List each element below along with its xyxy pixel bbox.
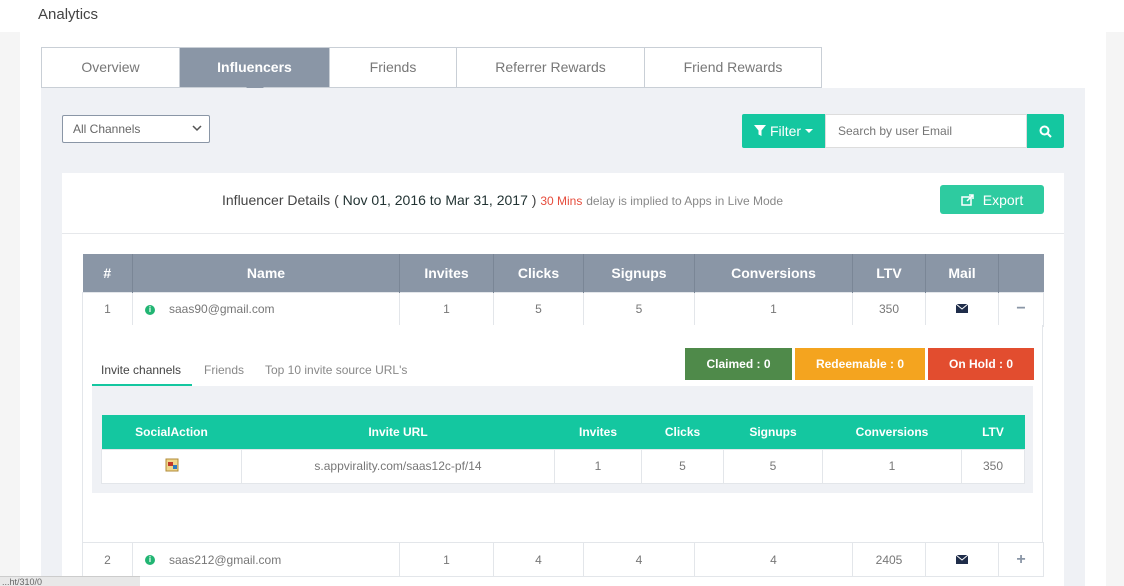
page-title: Analytics	[38, 6, 99, 23]
social-action-icon	[165, 458, 178, 471]
table-row: 1 i saas90@gmail.com 1 5 5 1 350 −	[82, 291, 1044, 327]
row-number: 1	[82, 291, 133, 327]
inner-invites: 1	[554, 448, 642, 484]
tab-influencers[interactable]: Influencers	[180, 48, 330, 95]
inner-clicks: 5	[641, 448, 724, 484]
browser-status-bar: ...ht/310/0	[0, 576, 140, 586]
row-toggle[interactable]: +	[998, 542, 1044, 577]
col-header-signups: Signups	[723, 415, 823, 449]
on-hold-badge: On Hold : 0	[928, 348, 1034, 380]
col-header-mail: Mail	[925, 254, 999, 292]
search-input[interactable]	[825, 114, 1027, 148]
funnel-icon	[753, 125, 766, 136]
info-icon[interactable]: i	[145, 304, 155, 315]
row-clicks: 5	[493, 291, 584, 327]
filter-label: Filter	[769, 123, 802, 139]
influencer-table: # Name Invites Clicks Signups Conversion…	[82, 254, 1044, 327]
channel-select[interactable]: All Channels	[62, 115, 210, 143]
col-header-number: #	[82, 254, 133, 292]
col-header-invites: Invites	[399, 254, 494, 292]
inner-ltv: 350	[961, 448, 1025, 484]
info-icon[interactable]: i	[145, 555, 155, 566]
row-clicks: 4	[493, 542, 584, 577]
row-invites: 1	[399, 542, 494, 577]
row-name-cell: i saas212@gmail.com	[132, 542, 400, 577]
col-header-ltv: LTV	[961, 415, 1025, 449]
subtab-friends[interactable]: Friends	[204, 363, 244, 377]
envelope-icon[interactable]	[955, 303, 969, 313]
caret-down-icon	[805, 129, 814, 133]
export-label: Export	[982, 191, 1024, 208]
tab-friends[interactable]: Friends	[330, 48, 457, 87]
table-row: 2 i saas212@gmail.com 1 4 4 4 2405 +	[82, 542, 1044, 577]
inner-signups: 5	[723, 448, 823, 484]
redeemable-badge: Redeemable : 0	[795, 348, 925, 380]
row-number: 2	[82, 542, 133, 577]
influencer-details-header: Influencer Details ( Nov 01, 2016 to Mar…	[222, 192, 783, 208]
row-signups: 5	[583, 291, 695, 327]
col-header-ltv: LTV	[852, 254, 926, 292]
row-toggle[interactable]: −	[998, 291, 1044, 327]
row-ltv: 350	[852, 291, 926, 327]
row-ltv: 2405	[852, 542, 926, 577]
col-header-socialaction: SocialAction	[101, 415, 242, 449]
subtab-top-urls[interactable]: Top 10 invite source URL's	[265, 363, 407, 377]
paren-open: (	[334, 192, 339, 208]
tab-overview[interactable]: Overview	[42, 48, 180, 87]
export-icon	[961, 193, 974, 206]
col-header-signups: Signups	[583, 254, 695, 292]
row-conversions: 1	[694, 291, 853, 327]
col-header-clicks: Clicks	[493, 254, 584, 292]
col-header-invites: Invites	[554, 415, 642, 449]
col-header-invite-url: Invite URL	[241, 415, 555, 449]
invite-channels-table: SocialAction Invite URL Invites Clicks S…	[101, 415, 1025, 484]
influencer-table-continued: 2 i saas212@gmail.com 1 4 4 4 2405 +	[82, 542, 1044, 577]
channel-select-value: All Channels	[73, 122, 141, 136]
row-name-cell: i saas90@gmail.com	[132, 291, 400, 327]
delay-note: delay is implied to Apps in Live Mode	[586, 194, 784, 208]
details-prefix: Influencer Details	[222, 192, 331, 208]
paren-close: )	[531, 192, 537, 208]
divider	[62, 233, 1064, 234]
analytics-tabs: Overview Influencers Friends Referrer Re…	[41, 47, 822, 95]
invite-url[interactable]: s.appvirality.com/saas12c-pf/14	[241, 448, 555, 484]
chevron-down-icon	[192, 125, 202, 132]
row-email: saas212@gmail.com	[169, 552, 282, 567]
inner-conversions: 1	[822, 448, 962, 484]
row-signups: 4	[583, 542, 695, 577]
filter-button[interactable]: Filter	[742, 114, 825, 148]
search-icon	[1039, 125, 1052, 138]
top-bar: Analytics	[0, 0, 1124, 32]
date-range: Nov 01, 2016 to Mar 31, 2017	[342, 192, 528, 208]
tab-friend-rewards[interactable]: Friend Rewards	[645, 48, 821, 87]
row-email: saas90@gmail.com	[169, 302, 275, 316]
row-mail-cell	[925, 542, 999, 577]
col-header-toggle	[998, 254, 1044, 292]
envelope-icon[interactable]	[955, 554, 969, 564]
export-button[interactable]: Export	[940, 185, 1044, 214]
social-action-cell	[101, 448, 242, 484]
row-conversions: 4	[694, 542, 853, 577]
col-header-conversions: Conversions	[694, 254, 853, 292]
col-header-name: Name	[132, 254, 400, 292]
row-invites: 1	[399, 291, 494, 327]
col-header-conversions: Conversions	[822, 415, 962, 449]
col-header-clicks: Clicks	[641, 415, 724, 449]
row-mail-cell	[925, 291, 999, 327]
tab-referrer-rewards[interactable]: Referrer Rewards	[457, 48, 645, 87]
search-button[interactable]	[1027, 114, 1064, 148]
table-row: s.appvirality.com/saas12c-pf/14 1 5 5 1 …	[101, 448, 1025, 484]
subtab-invite-channels[interactable]: Invite channels	[101, 363, 181, 377]
delay-value: 30 Mins	[540, 194, 583, 208]
claimed-badge: Claimed : 0	[685, 348, 792, 380]
